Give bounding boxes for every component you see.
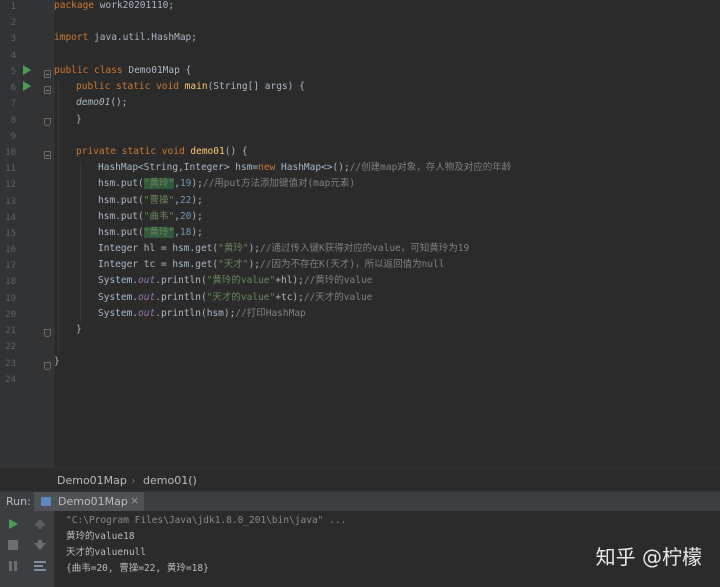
line-number: 2	[10, 18, 16, 28]
app-config-icon	[41, 497, 51, 506]
line-number: 16	[5, 245, 16, 255]
editor-gutter: 1 2 3 4 5 6 7 8 9 10 11 12 13 14 15 16 1…	[0, 0, 54, 467]
indent-guide	[58, 81, 59, 353]
line-number: 10	[5, 148, 16, 158]
code-line-5: public class Demo01Map {	[54, 65, 192, 76]
line-number: 8	[10, 116, 16, 126]
code-line-10: private static void demo01() {	[76, 146, 248, 157]
fold-demo01-icon[interactable]	[44, 151, 51, 159]
line-number: 19	[5, 294, 16, 304]
console-command-line: "C:\Program Files\Java\jdk1.8.0_201\bin\…	[66, 515, 347, 526]
fold-class-icon[interactable]	[44, 70, 51, 78]
console-output-line: 天才的valuenull	[66, 547, 146, 558]
line-number: 11	[5, 164, 16, 174]
arrow-down-icon[interactable]	[33, 539, 47, 551]
code-line-11: HashMap<String,Integer> hsm=new HashMap<…	[98, 162, 512, 173]
line-number: 1	[10, 2, 16, 12]
code-line-19: System.out.println("天才的value"+tc);//天才的v…	[98, 292, 373, 303]
run-tab-demo01map[interactable]: Demo01Map ×	[34, 492, 144, 511]
line-number: 12	[5, 180, 16, 190]
line-number: 14	[5, 213, 16, 223]
code-line-6: public static void main(String[] args) {	[76, 81, 305, 92]
fold-main-icon[interactable]	[44, 86, 51, 94]
run-tool-window-header: Run: Demo01Map ×	[0, 491, 720, 512]
fold-end-demo01-icon[interactable]	[44, 329, 51, 337]
breadcrumb-separator: ›	[131, 474, 136, 487]
close-icon[interactable]: ×	[130, 494, 139, 507]
code-line-23: }	[54, 356, 60, 367]
line-number: 9	[10, 132, 16, 142]
fold-end-main-icon[interactable]	[44, 118, 51, 126]
run-tab-label: Demo01Map	[58, 495, 128, 508]
code-line-21: }	[76, 324, 82, 335]
line-number: 24	[5, 375, 16, 385]
stop-icon[interactable]	[7, 539, 19, 551]
soft-wrap-icon[interactable]	[33, 559, 47, 573]
code-line-13: hsm.put("曹操",22);	[98, 195, 203, 206]
code-editor[interactable]: 1 2 3 4 5 6 7 8 9 10 11 12 13 14 15 16 1…	[0, 0, 720, 467]
console-output-line: 黄玲的value18	[66, 531, 135, 542]
pause-icon[interactable]	[7, 560, 19, 572]
line-number: 23	[5, 359, 16, 369]
code-line-17: Integer tc = hsm.get("天才");//因为不存在K(天才)，…	[98, 259, 445, 270]
code-line-1: package work20201110;	[54, 0, 175, 11]
line-number: 4	[10, 51, 16, 61]
line-number: 21	[5, 326, 16, 336]
line-number: 6	[10, 83, 16, 93]
console-toolbar	[0, 511, 55, 587]
watermark: 知乎 @柠檬	[595, 545, 702, 569]
run-console[interactable]: "C:\Program Files\Java\jdk1.8.0_201\bin\…	[0, 511, 720, 587]
run-class-icon[interactable]	[23, 65, 31, 75]
code-line-20: System.out.println(hsm);//打印HashMap	[98, 308, 306, 319]
line-number: 18	[5, 277, 16, 287]
line-number: 22	[5, 342, 16, 352]
run-main-icon[interactable]	[23, 81, 31, 91]
line-number: 17	[5, 261, 16, 271]
code-line-16: Integer hl = hsm.get("黄玲");//通过传入键K获得对应的…	[98, 243, 470, 254]
fold-end-class-icon[interactable]	[44, 362, 51, 370]
breadcrumb: Demo01Map › demo01()	[0, 467, 720, 492]
line-number: 20	[5, 310, 16, 320]
indent-guide	[80, 162, 81, 322]
code-line-18: System.out.println("黄玲的value"+hl);//黄玲的v…	[98, 275, 373, 286]
code-line-14: hsm.put("曲韦",20);	[98, 211, 203, 222]
code-line-3: import java.util.HashMap;	[54, 32, 197, 43]
code-line-12: hsm.put("黄玲",19);//用put方法添加键值对(map元素)	[98, 178, 356, 189]
breadcrumb-method[interactable]: demo01()	[143, 474, 197, 487]
rerun-icon[interactable]	[7, 518, 19, 530]
line-number: 3	[10, 34, 16, 44]
line-number: 7	[10, 99, 16, 109]
code-line-8: }	[76, 114, 82, 125]
line-number: 13	[5, 197, 16, 207]
console-output-line: {曲韦=20, 曹操=22, 黄玲=18}	[66, 563, 209, 574]
breadcrumb-class[interactable]: Demo01Map	[57, 474, 127, 487]
line-number: 5	[10, 67, 16, 77]
run-label: Run:	[6, 495, 31, 508]
code-line-15: hsm.put("黄玲",18);	[98, 227, 203, 238]
line-number: 15	[5, 229, 16, 239]
code-line-7: demo01();	[76, 97, 128, 108]
arrow-up-icon[interactable]	[33, 518, 47, 530]
